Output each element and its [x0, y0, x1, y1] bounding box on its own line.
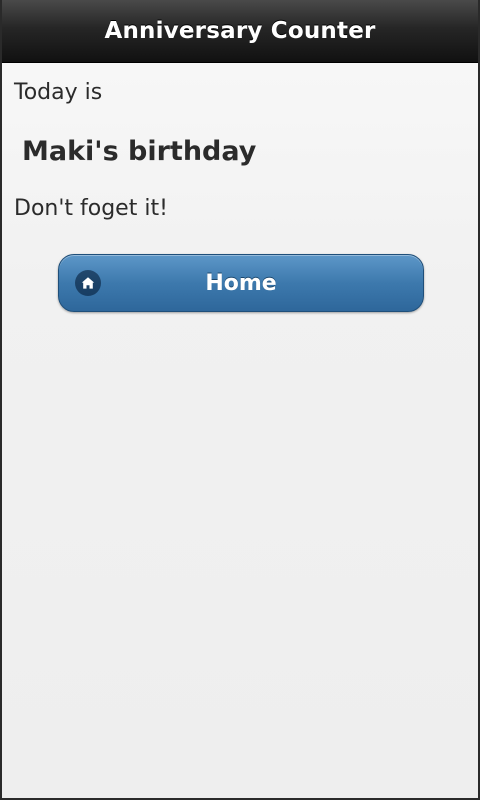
home-icon: [75, 270, 101, 296]
reminder-message: Don't foget it!: [14, 196, 168, 221]
event-title: Maki's birthday: [22, 136, 257, 167]
header-bar: Anniversary Counter: [2, 0, 478, 63]
page-title: Anniversary Counter: [104, 18, 376, 44]
home-button-label: Home: [205, 270, 277, 296]
today-label: Today is: [14, 80, 103, 105]
main-content: Today is Maki's birthday Don't foget it!: [2, 63, 478, 222]
home-button[interactable]: Home: [58, 254, 424, 312]
app-screen: Anniversary Counter Today is Maki's birt…: [0, 0, 480, 800]
